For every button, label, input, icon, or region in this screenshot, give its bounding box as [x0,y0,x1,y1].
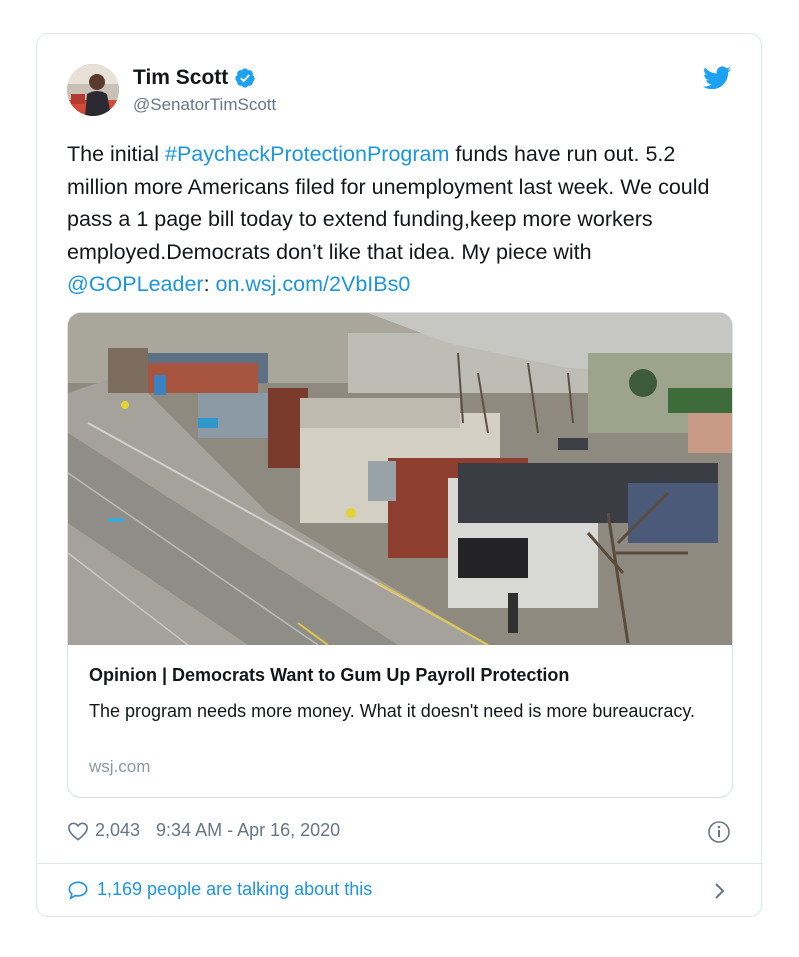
link-card-title[interactable]: Opinion | Democrats Want to Gum Up Payro… [89,665,569,686]
chevron-right-icon[interactable] [713,882,727,900]
conversation-link[interactable]: 1,169 people are talking about this [67,879,372,900]
avatar[interactable] [67,64,119,116]
author-name[interactable]: Tim Scott [133,66,228,90]
tweet-meta-row: 2,043 9:34 AM - Apr 16, 2020 [67,820,340,841]
tweet-card: Tim Scott @SenatorTimScott The initial #… [36,33,762,917]
info-icon[interactable] [707,820,731,844]
tweet-text-part: : [203,272,216,296]
twitter-bird-icon[interactable] [703,66,731,90]
like-count[interactable]: 2,043 [95,820,140,841]
verified-badge-icon [235,68,255,88]
tweet-text-part: The initial [67,142,165,166]
mention-link[interactable]: @GOPLeader [67,272,204,296]
link-preview-image[interactable] [68,313,733,645]
tweet-text: The initial #PaycheckProtectionProgram f… [67,138,733,301]
divider [37,863,761,864]
link-card-description: The program needs more money. What it do… [89,701,696,721]
timestamp[interactable]: 9:34 AM - Apr 16, 2020 [156,820,340,841]
speech-bubble-icon [68,880,88,900]
heart-icon[interactable] [67,821,89,841]
link-card-domain: wsj.com [89,757,151,776]
author-handle[interactable]: @SenatorTimScott [133,95,276,115]
url-link[interactable]: on.wsj.com/2VbIBs0 [216,272,411,296]
conversation-label[interactable]: 1,169 people are talking about this [97,879,372,900]
author-name-row[interactable]: Tim Scott [133,66,256,90]
hashtag-link[interactable]: #PaycheckProtectionProgram [165,142,449,166]
link-preview-card[interactable]: Opinion | Democrats Want to Gum Up Payro… [67,312,733,798]
